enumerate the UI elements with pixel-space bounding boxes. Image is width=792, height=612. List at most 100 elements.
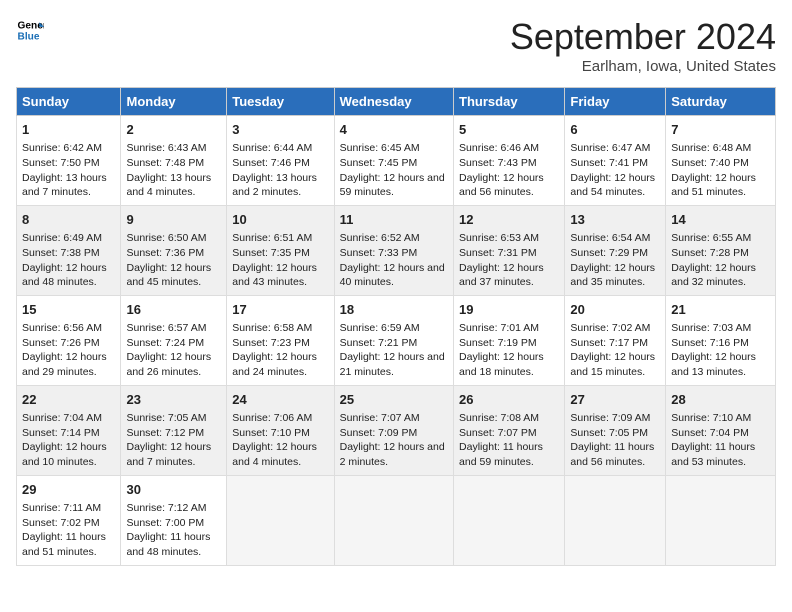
- day-number: 26: [459, 391, 559, 409]
- sunrise-label: Sunrise: 6:42 AM: [22, 142, 102, 154]
- sunset-label: Sunset: 7:24 PM: [126, 337, 204, 349]
- sunset-label: Sunset: 7:04 PM: [671, 427, 749, 439]
- logo: General Blue: [16, 16, 44, 44]
- daylight-label: Daylight: 12 hours and 54 minutes.: [570, 172, 655, 199]
- calendar-cell: 12Sunrise: 6:53 AMSunset: 7:31 PMDayligh…: [454, 205, 565, 295]
- calendar-cell: 18Sunrise: 6:59 AMSunset: 7:21 PMDayligh…: [334, 295, 453, 385]
- sunset-label: Sunset: 7:12 PM: [126, 427, 204, 439]
- calendar-cell: 21Sunrise: 7:03 AMSunset: 7:16 PMDayligh…: [666, 295, 776, 385]
- daylight-label: Daylight: 12 hours and 59 minutes.: [340, 172, 445, 199]
- daylight-label: Daylight: 12 hours and 2 minutes.: [340, 441, 445, 468]
- calendar-cell: [454, 475, 565, 565]
- daylight-label: Daylight: 11 hours and 48 minutes.: [126, 531, 210, 558]
- sunrise-label: Sunrise: 6:51 AM: [232, 232, 312, 244]
- daylight-label: Daylight: 11 hours and 51 minutes.: [22, 531, 106, 558]
- calendar-title: September 2024: [510, 16, 776, 58]
- sunrise-label: Sunrise: 6:58 AM: [232, 322, 312, 334]
- day-number: 21: [671, 301, 770, 319]
- sunrise-label: Sunrise: 6:52 AM: [340, 232, 420, 244]
- sunset-label: Sunset: 7:31 PM: [459, 247, 537, 259]
- daylight-label: Daylight: 11 hours and 53 minutes.: [671, 441, 755, 468]
- logo-icon: General Blue: [16, 16, 44, 44]
- day-number: 1: [22, 121, 115, 139]
- day-number: 20: [570, 301, 660, 319]
- day-number: 5: [459, 121, 559, 139]
- day-number: 19: [459, 301, 559, 319]
- calendar-cell: 3Sunrise: 6:44 AMSunset: 7:46 PMDaylight…: [227, 116, 334, 206]
- day-number: 9: [126, 211, 221, 229]
- daylight-label: Daylight: 12 hours and 37 minutes.: [459, 262, 544, 289]
- day-number: 15: [22, 301, 115, 319]
- sunset-label: Sunset: 7:50 PM: [22, 157, 100, 169]
- daylight-label: Daylight: 13 hours and 4 minutes.: [126, 172, 211, 199]
- daylight-label: Daylight: 12 hours and 43 minutes.: [232, 262, 317, 289]
- calendar-cell: 29Sunrise: 7:11 AMSunset: 7:02 PMDayligh…: [17, 475, 121, 565]
- day-number: 25: [340, 391, 448, 409]
- header-day-thursday: Thursday: [454, 88, 565, 116]
- day-number: 14: [671, 211, 770, 229]
- daylight-label: Daylight: 11 hours and 56 minutes.: [570, 441, 654, 468]
- calendar-cell: 26Sunrise: 7:08 AMSunset: 7:07 PMDayligh…: [454, 385, 565, 475]
- sunrise-label: Sunrise: 7:06 AM: [232, 412, 312, 424]
- calendar-cell: 19Sunrise: 7:01 AMSunset: 7:19 PMDayligh…: [454, 295, 565, 385]
- sunrise-label: Sunrise: 6:46 AM: [459, 142, 539, 154]
- calendar-cell: 15Sunrise: 6:56 AMSunset: 7:26 PMDayligh…: [17, 295, 121, 385]
- calendar-cell: 2Sunrise: 6:43 AMSunset: 7:48 PMDaylight…: [121, 116, 227, 206]
- daylight-label: Daylight: 12 hours and 48 minutes.: [22, 262, 107, 289]
- day-number: 10: [232, 211, 328, 229]
- calendar-cell: 24Sunrise: 7:06 AMSunset: 7:10 PMDayligh…: [227, 385, 334, 475]
- daylight-label: Daylight: 12 hours and 21 minutes.: [340, 351, 445, 378]
- week-row-5: 29Sunrise: 7:11 AMSunset: 7:02 PMDayligh…: [17, 475, 776, 565]
- sunrise-label: Sunrise: 6:48 AM: [671, 142, 751, 154]
- daylight-label: Daylight: 12 hours and 35 minutes.: [570, 262, 655, 289]
- calendar-cell: 22Sunrise: 7:04 AMSunset: 7:14 PMDayligh…: [17, 385, 121, 475]
- sunrise-label: Sunrise: 7:10 AM: [671, 412, 751, 424]
- calendar-cell: 20Sunrise: 7:02 AMSunset: 7:17 PMDayligh…: [565, 295, 666, 385]
- sunrise-label: Sunrise: 6:53 AM: [459, 232, 539, 244]
- calendar-cell: [565, 475, 666, 565]
- header-day-sunday: Sunday: [17, 88, 121, 116]
- day-number: 28: [671, 391, 770, 409]
- header-day-monday: Monday: [121, 88, 227, 116]
- week-row-2: 8Sunrise: 6:49 AMSunset: 7:38 PMDaylight…: [17, 205, 776, 295]
- calendar-cell: 25Sunrise: 7:07 AMSunset: 7:09 PMDayligh…: [334, 385, 453, 475]
- day-number: 13: [570, 211, 660, 229]
- daylight-label: Daylight: 12 hours and 40 minutes.: [340, 262, 445, 289]
- sunrise-label: Sunrise: 7:04 AM: [22, 412, 102, 424]
- sunset-label: Sunset: 7:28 PM: [671, 247, 749, 259]
- header-day-friday: Friday: [565, 88, 666, 116]
- sunset-label: Sunset: 7:40 PM: [671, 157, 749, 169]
- sunrise-label: Sunrise: 6:54 AM: [570, 232, 650, 244]
- daylight-label: Daylight: 12 hours and 24 minutes.: [232, 351, 317, 378]
- day-number: 3: [232, 121, 328, 139]
- sunrise-label: Sunrise: 6:44 AM: [232, 142, 312, 154]
- daylight-label: Daylight: 12 hours and 7 minutes.: [126, 441, 211, 468]
- calendar-cell: 27Sunrise: 7:09 AMSunset: 7:05 PMDayligh…: [565, 385, 666, 475]
- sunset-label: Sunset: 7:41 PM: [570, 157, 648, 169]
- sunset-label: Sunset: 7:35 PM: [232, 247, 310, 259]
- calendar-cell: 4Sunrise: 6:45 AMSunset: 7:45 PMDaylight…: [334, 116, 453, 206]
- sunrise-label: Sunrise: 6:50 AM: [126, 232, 206, 244]
- week-row-3: 15Sunrise: 6:56 AMSunset: 7:26 PMDayligh…: [17, 295, 776, 385]
- sunrise-label: Sunrise: 7:08 AM: [459, 412, 539, 424]
- day-number: 2: [126, 121, 221, 139]
- sunset-label: Sunset: 7:29 PM: [570, 247, 648, 259]
- sunrise-label: Sunrise: 6:56 AM: [22, 322, 102, 334]
- sunset-label: Sunset: 7:36 PM: [126, 247, 204, 259]
- calendar-cell: 17Sunrise: 6:58 AMSunset: 7:23 PMDayligh…: [227, 295, 334, 385]
- sunrise-label: Sunrise: 7:05 AM: [126, 412, 206, 424]
- sunset-label: Sunset: 7:07 PM: [459, 427, 537, 439]
- calendar-cell: 9Sunrise: 6:50 AMSunset: 7:36 PMDaylight…: [121, 205, 227, 295]
- day-number: 11: [340, 211, 448, 229]
- day-number: 7: [671, 121, 770, 139]
- calendar-table: SundayMondayTuesdayWednesdayThursdayFrid…: [16, 87, 776, 566]
- sunrise-label: Sunrise: 6:57 AM: [126, 322, 206, 334]
- sunset-label: Sunset: 7:48 PM: [126, 157, 204, 169]
- sunrise-label: Sunrise: 7:02 AM: [570, 322, 650, 334]
- sunrise-label: Sunrise: 6:59 AM: [340, 322, 420, 334]
- calendar-cell: [334, 475, 453, 565]
- sunrise-label: Sunrise: 6:55 AM: [671, 232, 751, 244]
- sunrise-label: Sunrise: 6:45 AM: [340, 142, 420, 154]
- daylight-label: Daylight: 12 hours and 15 minutes.: [570, 351, 655, 378]
- sunrise-label: Sunrise: 7:12 AM: [126, 502, 206, 514]
